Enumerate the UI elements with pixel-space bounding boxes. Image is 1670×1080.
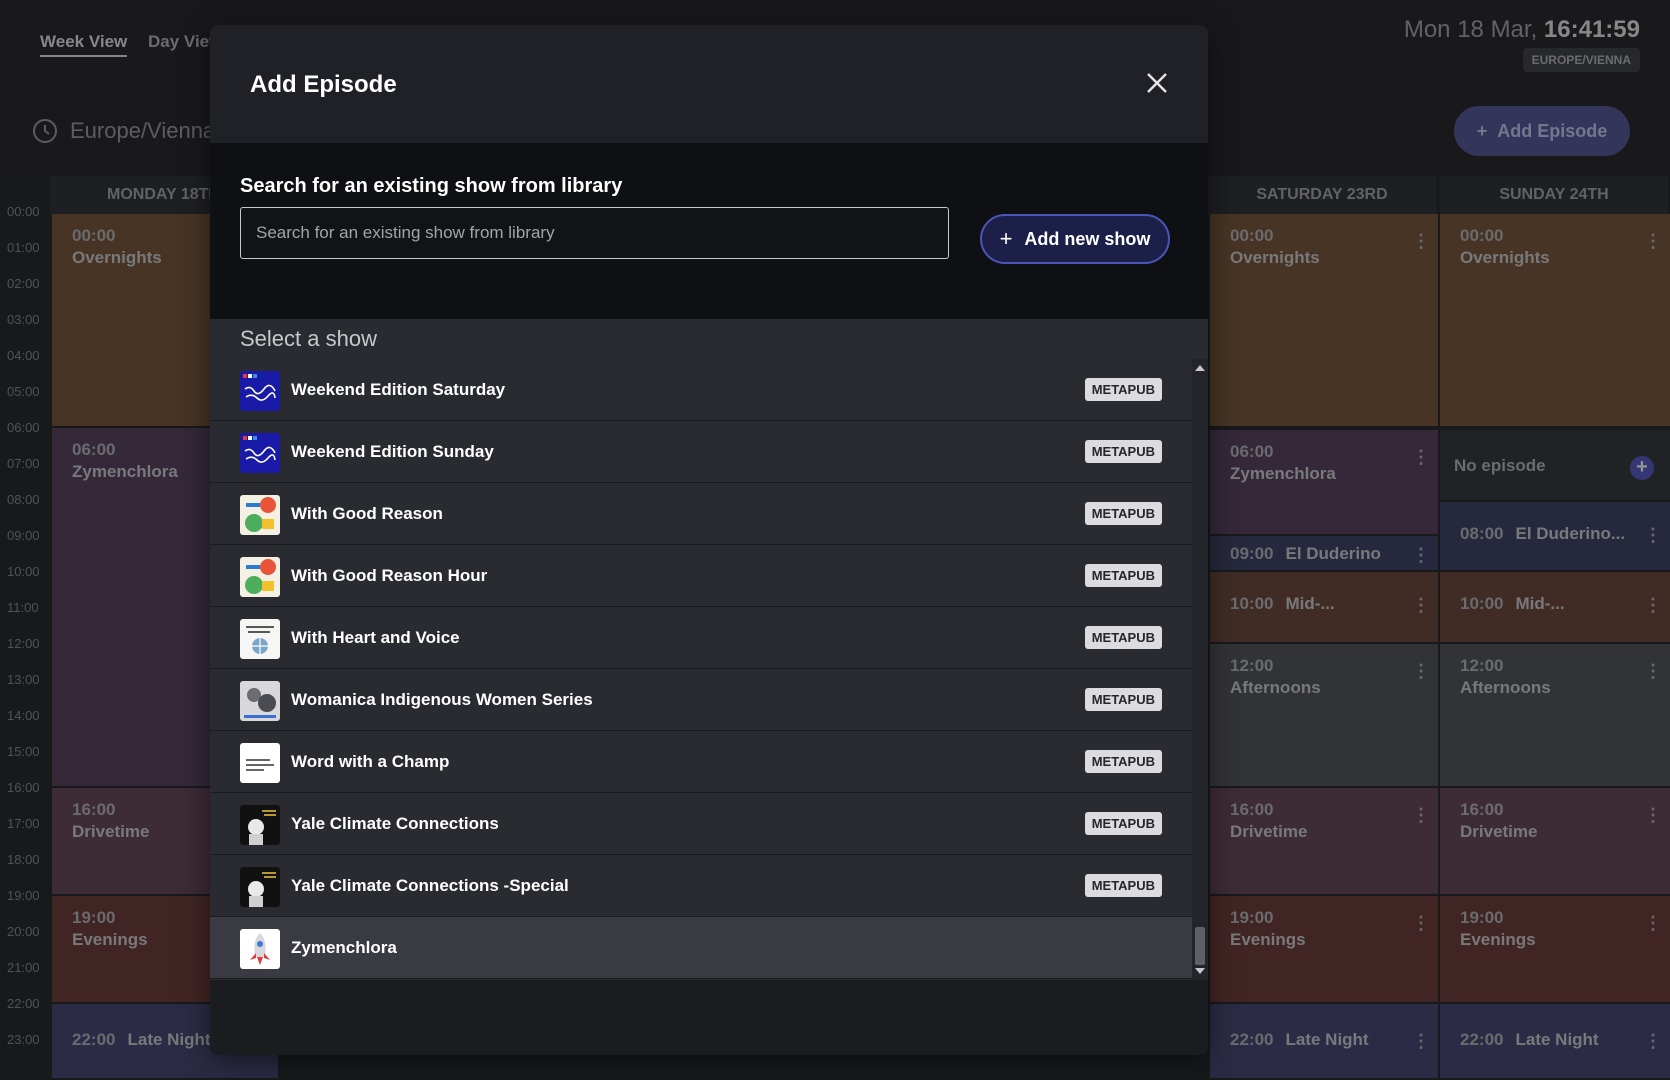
show-thumbnail — [240, 681, 280, 721]
show-thumbnail — [240, 867, 280, 907]
scrollbar-thumb[interactable] — [1195, 927, 1205, 965]
add-episode-modal: Add Episode Search for an existing show … — [210, 25, 1208, 1055]
show-thumbnail — [240, 929, 280, 969]
show-thumbnail — [240, 743, 280, 783]
show-title: Weekend Edition Saturday — [291, 380, 506, 399]
show-thumbnail — [240, 371, 280, 411]
source-badge: METAPUB — [1084, 564, 1162, 587]
list-heading: Select a show — [210, 319, 1208, 359]
show-list-item[interactable]: With Good Reason Hour METAPUB — [210, 545, 1192, 607]
show-list-item[interactable]: Yale Climate Connections METAPUB — [210, 793, 1192, 855]
show-list-item[interactable]: Weekend Edition Sunday METAPUB — [210, 421, 1192, 483]
show-title: With Good Reason — [291, 504, 443, 523]
show-title: With Heart and Voice — [291, 628, 460, 647]
show-title: Word with a Champ — [291, 752, 450, 771]
show-list-item[interactable]: Word with a Champ METAPUB — [210, 731, 1192, 793]
show-title: Weekend Edition Sunday — [291, 442, 494, 461]
show-title: Yale Climate Connections — [291, 814, 499, 833]
add-new-show-label: Add new show — [1024, 228, 1151, 249]
source-badge: METAPUB — [1084, 688, 1162, 711]
show-thumbnail — [240, 495, 280, 535]
source-badge: METAPUB — [1084, 626, 1162, 649]
show-title: Womanica Indigenous Women Series — [291, 690, 593, 709]
show-title: Zymenchlora — [291, 938, 397, 957]
source-badge: METAPUB — [1084, 378, 1162, 401]
show-search-input[interactable] — [240, 207, 949, 259]
scroll-down-arrow[interactable] — [1195, 968, 1205, 974]
source-badge: METAPUB — [1084, 502, 1162, 525]
source-badge: METAPUB — [1084, 812, 1162, 835]
show-list-item[interactable]: Weekend Edition Saturday METAPUB — [210, 359, 1192, 421]
show-title: Yale Climate Connections -Special — [291, 876, 569, 895]
source-badge: METAPUB — [1084, 750, 1162, 773]
show-list-item[interactable]: Womanica Indigenous Women Series METAPUB — [210, 669, 1192, 731]
show-list-item[interactable]: With Heart and Voice METAPUB — [210, 607, 1192, 669]
show-list-item[interactable]: Zymenchlora — [210, 917, 1192, 979]
scrollbar[interactable] — [1192, 359, 1208, 980]
show-list-item[interactable]: Yale Climate Connections -Special METAPUB — [210, 855, 1192, 917]
scroll-up-arrow[interactable] — [1195, 365, 1205, 371]
show-thumbnail — [240, 805, 280, 845]
search-label: Search for an existing show from library — [240, 175, 623, 197]
show-title: With Good Reason Hour — [291, 566, 488, 585]
source-badge: METAPUB — [1084, 874, 1162, 897]
show-thumbnail — [240, 433, 280, 473]
show-list: Weekend Edition Saturday METAPUB Weekend E… — [210, 359, 1192, 980]
source-badge: METAPUB — [1084, 440, 1162, 463]
show-list-item[interactable]: With Good Reason METAPUB — [210, 483, 1192, 545]
show-thumbnail — [240, 619, 280, 659]
modal-footer — [210, 980, 1208, 1055]
add-new-show-button[interactable]: + Add new show — [980, 214, 1170, 264]
modal-header: Add Episode — [210, 25, 1208, 143]
close-icon[interactable] — [1144, 70, 1170, 96]
show-thumbnail — [240, 557, 280, 597]
plus-icon: + — [999, 226, 1013, 251]
search-section: Search for an existing show from library… — [210, 143, 1208, 319]
modal-title: Add Episode — [250, 71, 397, 98]
